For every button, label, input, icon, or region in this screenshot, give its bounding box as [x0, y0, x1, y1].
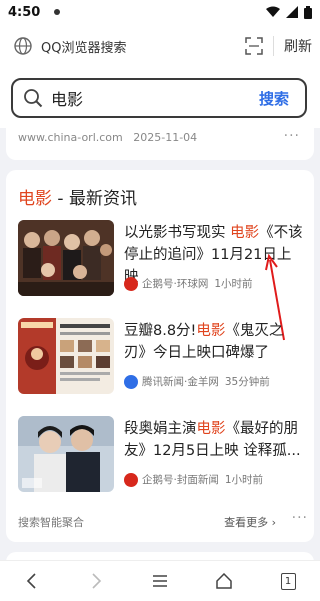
news-thumbnail	[18, 220, 114, 296]
back-icon	[26, 573, 36, 589]
browser-title[interactable]: QQ浏览器搜索	[41, 37, 245, 56]
forward-icon	[92, 573, 102, 589]
status-bar: 4:50	[0, 0, 320, 24]
search-area: 搜索	[0, 68, 320, 128]
previous-result-card[interactable]: www.china-orl.com 2025-11-04 ···	[6, 122, 314, 160]
battery-icon	[304, 5, 312, 19]
news-meta: 企鹅号·环球网 1小时前	[124, 276, 253, 291]
scan-icon[interactable]	[245, 37, 263, 55]
globe-icon	[14, 37, 32, 55]
view-more-link[interactable]: 查看更多 ›	[224, 514, 276, 530]
search-icon	[24, 89, 43, 108]
browser-top-bar: QQ浏览器搜索 刷新	[0, 24, 320, 68]
bottom-nav: 1	[0, 560, 320, 601]
source-logo-icon	[124, 472, 138, 487]
search-box[interactable]: 搜索	[11, 78, 307, 118]
home-icon	[216, 573, 232, 589]
news-title[interactable]: 段奥娟主演电影《最好的朋友》12月5日上映 诠释孤...	[124, 418, 304, 462]
notification-dot-icon	[54, 9, 61, 15]
card-footer: 搜索智能聚合 查看更多 › ···	[18, 510, 308, 532]
menu-button[interactable]	[140, 566, 180, 596]
news-meta: 企鹅号·封面新闻 1小时前	[124, 472, 263, 487]
news-thumbnail	[18, 416, 114, 492]
more-options-icon[interactable]: ···	[292, 510, 308, 526]
source-logo-icon	[124, 374, 138, 389]
menu-icon	[153, 575, 167, 587]
tabs-button[interactable]: 1	[268, 566, 308, 596]
news-item[interactable]: 段奥娟主演电影《最好的朋友》12月5日上映 诠释孤... 企鹅号·封面新闻 1小…	[18, 416, 308, 494]
status-time: 4:50	[8, 4, 41, 20]
more-options-icon[interactable]: ···	[284, 128, 300, 144]
signal-icon	[286, 6, 298, 18]
tabs-icon: 1	[280, 572, 296, 590]
news-thumbnail	[18, 318, 114, 394]
news-item[interactable]: 豆瓣8.8分!电影《鬼灭之刃》今日上映口碑爆了 腾讯新闻·金羊网 35分钟前	[18, 318, 308, 396]
refresh-button[interactable]: 刷新	[284, 36, 312, 56]
forward-button[interactable]	[76, 566, 116, 596]
search-input[interactable]	[51, 88, 259, 108]
news-meta: 腾讯新闻·金羊网 35分钟前	[124, 374, 270, 389]
news-title[interactable]: 豆瓣8.8分!电影《鬼灭之刃》今日上映口碑爆了	[124, 320, 304, 364]
card-heading[interactable]: 电影 - 最新资讯	[18, 184, 137, 209]
wifi-icon	[266, 6, 280, 17]
back-button[interactable]	[12, 566, 52, 596]
home-button[interactable]	[204, 566, 244, 596]
search-button[interactable]: 搜索	[259, 88, 289, 109]
source-logo-icon	[124, 276, 138, 291]
news-card: 电影 - 最新资讯 以光影书写现实 电影《不该停止的追问》11月21日上映 企鹅…	[6, 170, 314, 542]
result-source: www.china-orl.com 2025-11-04	[18, 131, 198, 144]
divider	[273, 36, 274, 56]
aggregation-label: 搜索智能聚合	[18, 516, 84, 529]
